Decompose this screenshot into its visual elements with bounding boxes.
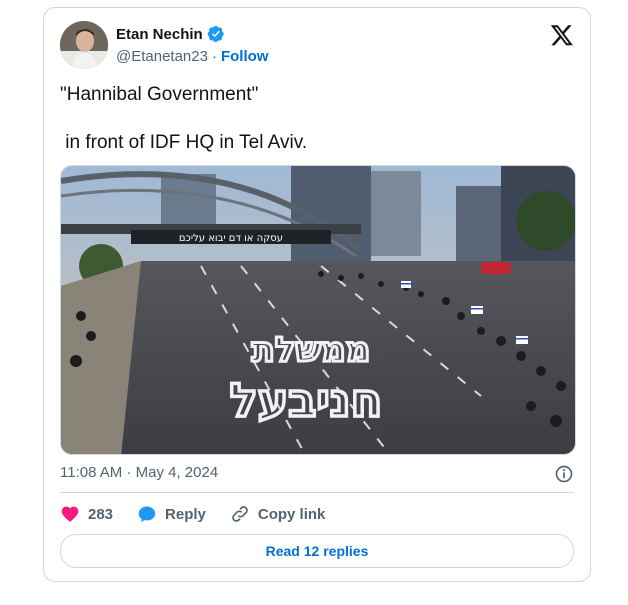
x-logo-icon[interactable] xyxy=(550,23,574,47)
reply-label: Reply xyxy=(165,505,206,523)
tweet-time: 11:08 AM xyxy=(60,464,123,481)
info-icon[interactable] xyxy=(554,464,574,484)
protest-scene-image: עסקה או דם יבוא עליכם ממשלת חניבעל xyxy=(61,166,575,454)
road-text-line-2: חניבעל xyxy=(230,373,383,427)
divider xyxy=(60,492,574,493)
avatar-image xyxy=(60,21,108,69)
reply-button[interactable]: Reply xyxy=(137,504,206,524)
timestamp[interactable]: 11:08 AM · May 4, 2024 xyxy=(60,464,218,481)
verified-badge-icon xyxy=(207,25,224,43)
tweet-card: Etan Nechin @Etanetan23 · Follow "Hannib… xyxy=(43,7,591,582)
read-replies-button[interactable]: Read 12 replies xyxy=(60,534,574,568)
tweet-text-line-1: "Hannibal Government" xyxy=(60,84,259,105)
heart-icon xyxy=(61,506,79,522)
avatar[interactable] xyxy=(60,21,108,69)
reply-bubble-icon xyxy=(138,506,156,522)
meta-separator: · xyxy=(126,464,132,481)
author-handle[interactable]: @Etanetan23 xyxy=(116,48,208,65)
follow-button[interactable]: Follow xyxy=(221,48,269,65)
like-button[interactable]: 283 xyxy=(60,504,113,524)
tweet-photo[interactable]: עסקה או דם יבוא עליכם ממשלת חניבעל xyxy=(60,165,576,455)
copy-link-button[interactable]: Copy link xyxy=(230,504,326,524)
copy-link-label: Copy link xyxy=(257,505,326,523)
handle-separator: · xyxy=(211,48,217,65)
like-count: 283 xyxy=(88,505,114,523)
link-icon xyxy=(232,506,248,522)
banner-text: עסקה או דם יבוא עליכם xyxy=(179,233,283,244)
road-text-line-1: ממשלת xyxy=(252,330,371,370)
tweet-date: May 4, 2024 xyxy=(135,464,219,481)
tweet-text-line-2: in front of IDF HQ in Tel Aviv. xyxy=(60,132,308,153)
author-name[interactable]: Etan Nechin xyxy=(116,26,203,43)
